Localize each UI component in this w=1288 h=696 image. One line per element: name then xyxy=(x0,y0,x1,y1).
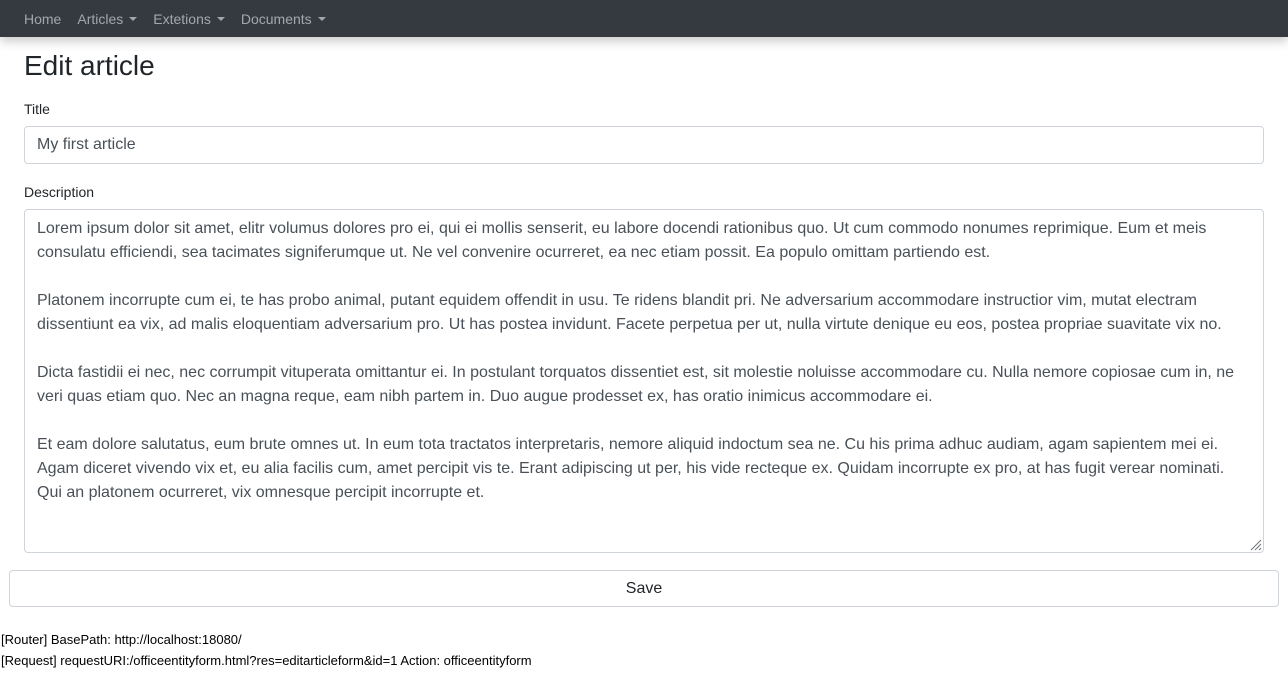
save-button-label: Save xyxy=(625,579,663,597)
page-title: Edit article xyxy=(24,50,155,81)
request-debug-line: [Request] requestURI:/officeentityform.h… xyxy=(1,653,532,668)
router-debug-line: [Router] BasePath: http://localhost:1808… xyxy=(1,632,242,647)
nav-extetions-dropdown[interactable]: Extetions xyxy=(153,11,225,27)
description-paragraph: Lorem ipsum dolor sit amet, elitr volumu… xyxy=(37,220,1207,261)
caret-down-icon xyxy=(317,16,326,21)
nav-articles-dropdown[interactable]: Articles xyxy=(77,10,138,27)
nav-home-label: Home xyxy=(24,10,62,27)
nav-documents-label: Documents xyxy=(240,10,312,27)
title-label: Title xyxy=(24,101,50,117)
top-navbar: Home Articles Extetions Documents xyxy=(0,0,1288,37)
resize-grip-icon[interactable] xyxy=(1248,537,1262,551)
description-paragraph: Dicta fastidii ei nec, nec corrumpit vit… xyxy=(37,364,1235,405)
nav-documents-dropdown[interactable]: Documents xyxy=(241,11,326,27)
description-textarea[interactable]: Lorem ipsum dolor sit amet, elitr volumu… xyxy=(24,209,1264,553)
title-input[interactable] xyxy=(24,126,1264,164)
nav-extetions-label: Extetions xyxy=(153,10,211,27)
caret-down-icon xyxy=(129,16,138,21)
save-button[interactable]: Save xyxy=(9,570,1279,607)
nav-articles-label: Articles xyxy=(77,10,124,27)
description-paragraph: Platonem incorrupte cum ei, te has probo… xyxy=(37,292,1222,333)
nav-home[interactable]: Home xyxy=(24,11,61,27)
description-paragraph: Et eam dolore salutatus, eum brute omnes… xyxy=(37,436,1225,501)
description-label: Description xyxy=(24,184,95,200)
caret-down-icon xyxy=(216,16,225,21)
